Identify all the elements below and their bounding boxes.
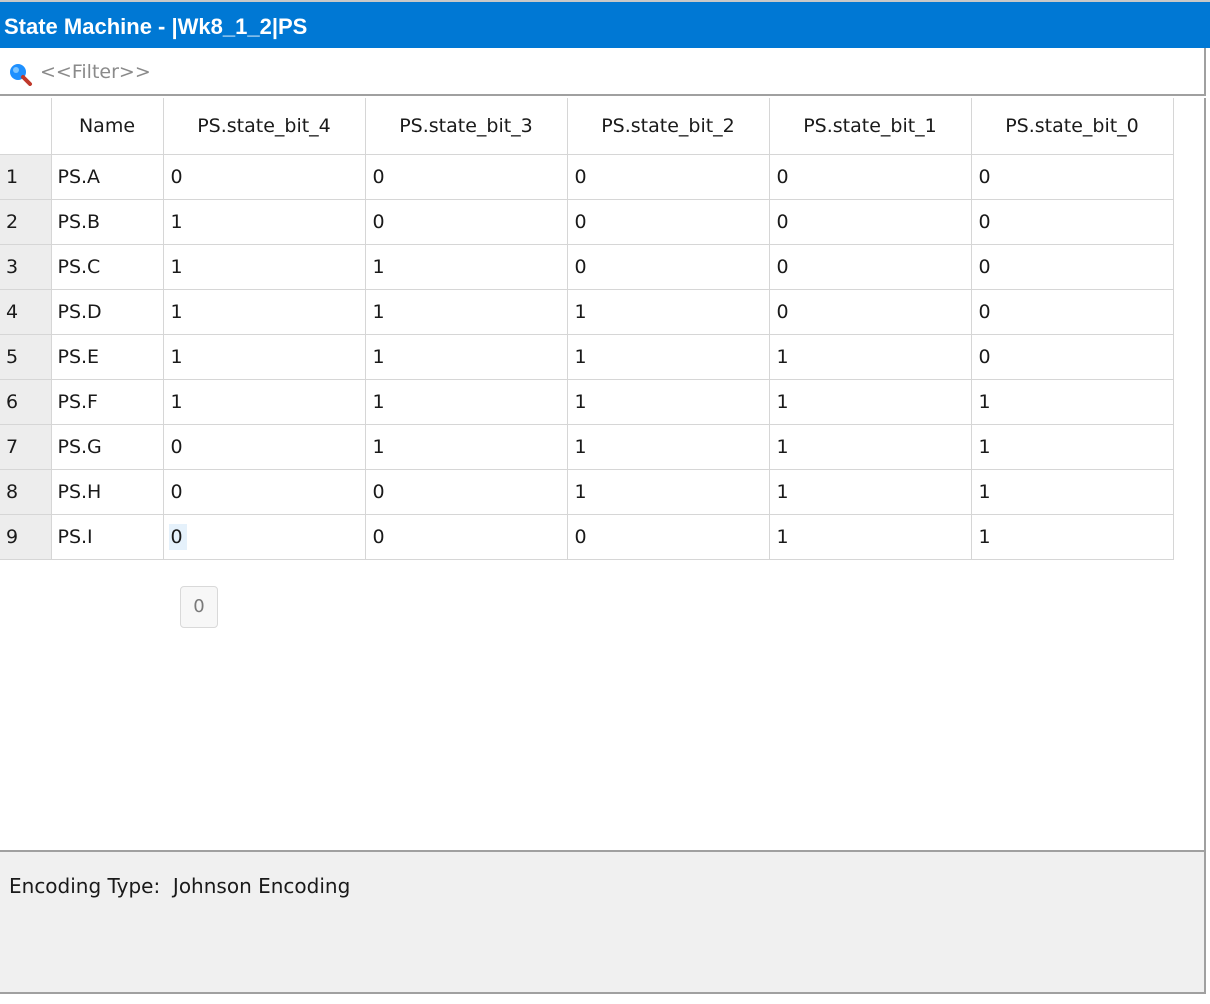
bit-cell[interactable]: 1 <box>970 468 1174 515</box>
bit-cell[interactable]: 0 <box>364 198 568 245</box>
bit-cell[interactable]: 1 <box>768 513 972 560</box>
corner-header[interactable] <box>0 98 52 155</box>
bit-cell[interactable]: 0 <box>768 198 972 245</box>
filter-input[interactable] <box>40 58 640 86</box>
title-bar[interactable]: State Machine - |Wk8_1_2|PS <box>0 0 1210 48</box>
table-row[interactable]: 7 PS.G 0 1 1 1 1 <box>0 423 1174 470</box>
bit-cell[interactable]: 0 <box>162 468 366 515</box>
table-row[interactable]: 9 PS.I 0 0 0 1 1 <box>0 513 1174 560</box>
bit-cell[interactable]: 0 <box>566 243 770 290</box>
encoding-type-value: Johnson Encoding <box>172 874 351 898</box>
row-number[interactable]: 7 <box>0 423 52 470</box>
search-icon[interactable] <box>6 62 36 86</box>
bit-cell[interactable]: 0 <box>970 243 1174 290</box>
bit-cell[interactable]: 1 <box>162 378 366 425</box>
bit-cell[interactable]: 1 <box>768 423 972 470</box>
bit-cell[interactable]: 0 <box>162 423 366 470</box>
bit-cell[interactable]: 0 <box>364 513 568 560</box>
bit-cell[interactable]: 0 <box>970 153 1174 200</box>
bit-cell[interactable]: 0 <box>768 153 972 200</box>
state-name-cell[interactable]: PS.A <box>50 153 164 200</box>
table-row[interactable]: 4 PS.D 1 1 1 0 0 <box>0 288 1174 335</box>
state-machine-window: State Machine - |Wk8_1_2|PS Nam <box>0 0 1210 1004</box>
bit-cell[interactable]: 1 <box>566 468 770 515</box>
bit-cell[interactable]: 0 <box>162 153 366 200</box>
state-name-cell[interactable]: PS.I <box>50 513 164 560</box>
bit-cell[interactable]: 1 <box>566 288 770 335</box>
encoding-info-panel: Encoding Type: Johnson Encoding <box>0 852 1206 994</box>
bit-cell[interactable]: 1 <box>162 243 366 290</box>
bit-cell[interactable]: 1 <box>768 333 972 380</box>
bit-cell[interactable]: 1 <box>566 378 770 425</box>
bit-cell[interactable]: 1 <box>162 198 366 245</box>
row-number[interactable]: 6 <box>0 378 52 425</box>
bit-cell[interactable]: 0 <box>566 153 770 200</box>
bit-cell[interactable]: 0 <box>970 198 1174 245</box>
row-number[interactable]: 8 <box>0 468 52 515</box>
row-number[interactable]: 4 <box>0 288 52 335</box>
row-number[interactable]: 9 <box>0 513 52 560</box>
bit-cell[interactable]: 0 <box>364 153 568 200</box>
row-number[interactable]: 5 <box>0 333 52 380</box>
bit-cell[interactable]: 1 <box>768 468 972 515</box>
state-name-cell[interactable]: PS.F <box>50 378 164 425</box>
table-row[interactable]: 1 PS.A 0 0 0 0 0 <box>0 153 1174 200</box>
state-name-cell[interactable]: PS.B <box>50 198 164 245</box>
bit-cell[interactable]: 0 <box>768 288 972 335</box>
column-header-state-bit-3[interactable]: PS.state_bit_3 <box>364 98 568 155</box>
state-name-cell[interactable]: PS.G <box>50 423 164 470</box>
bit-cell[interactable]: 1 <box>364 423 568 470</box>
bit-cell[interactable]: 1 <box>364 243 568 290</box>
bit-cell[interactable]: 1 <box>768 378 972 425</box>
bit-cell[interactable]: 1 <box>970 513 1174 560</box>
table-row[interactable]: 5 PS.E 1 1 1 1 0 <box>0 333 1174 380</box>
bit-cell[interactable]: 1 <box>162 288 366 335</box>
column-header-state-bit-0[interactable]: PS.state_bit_0 <box>970 98 1174 155</box>
bit-cell[interactable]: 0 <box>768 243 972 290</box>
state-name-cell[interactable]: PS.D <box>50 288 164 335</box>
bit-cell[interactable]: 1 <box>970 378 1174 425</box>
bit-cell[interactable]: 0 <box>970 333 1174 380</box>
table-header-row: Name PS.state_bit_4 PS.state_bit_3 PS.st… <box>0 98 1174 155</box>
state-name-cell[interactable]: PS.H <box>50 468 164 515</box>
table-row[interactable]: 8 PS.H 0 0 1 1 1 <box>0 468 1174 515</box>
bit-cell[interactable]: 1 <box>364 288 568 335</box>
column-header-state-bit-1[interactable]: PS.state_bit_1 <box>768 98 972 155</box>
bit-cell[interactable]: 1 <box>162 333 366 380</box>
column-header-name[interactable]: Name <box>50 98 164 155</box>
column-header-state-bit-4[interactable]: PS.state_bit_4 <box>162 98 366 155</box>
table-row[interactable]: 3 PS.C 1 1 0 0 0 <box>0 243 1174 290</box>
bit-cell[interactable]: 0 <box>970 288 1174 335</box>
row-number[interactable]: 2 <box>0 198 52 245</box>
bit-cell[interactable]: 0 <box>566 513 770 560</box>
state-table-area: Name PS.state_bit_4 PS.state_bit_3 PS.st… <box>0 98 1206 852</box>
encoding-type-text: Encoding Type: Johnson Encoding <box>9 874 350 898</box>
table-row[interactable]: 2 PS.B 1 0 0 0 0 <box>0 198 1174 245</box>
bit-cell[interactable]: 1 <box>566 333 770 380</box>
cell-value-tooltip: 0 <box>180 586 218 628</box>
bit-cell[interactable]: 1 <box>364 333 568 380</box>
bit-cell[interactable]: 1 <box>364 378 568 425</box>
state-name-cell[interactable]: PS.C <box>50 243 164 290</box>
bit-cell[interactable]: 1 <box>566 423 770 470</box>
table-row[interactable]: 6 PS.F 1 1 1 1 1 <box>0 378 1174 425</box>
encoding-type-label: Encoding Type: <box>9 874 161 898</box>
bit-cell[interactable]: 0 <box>364 468 568 515</box>
selected-bit-cell[interactable]: 0 <box>162 513 366 560</box>
column-header-state-bit-2[interactable]: PS.state_bit_2 <box>566 98 770 155</box>
bit-cell[interactable]: 0 <box>566 198 770 245</box>
row-number[interactable]: 3 <box>0 243 52 290</box>
filter-bar <box>0 48 1206 96</box>
state-encoding-table: Name PS.state_bit_4 PS.state_bit_3 PS.st… <box>0 98 1174 560</box>
state-name-cell[interactable]: PS.E <box>50 333 164 380</box>
selected-cell-value: 0 <box>168 523 187 550</box>
window-title: State Machine - |Wk8_1_2|PS <box>4 14 308 39</box>
row-number[interactable]: 1 <box>0 153 52 200</box>
bit-cell[interactable]: 1 <box>970 423 1174 470</box>
